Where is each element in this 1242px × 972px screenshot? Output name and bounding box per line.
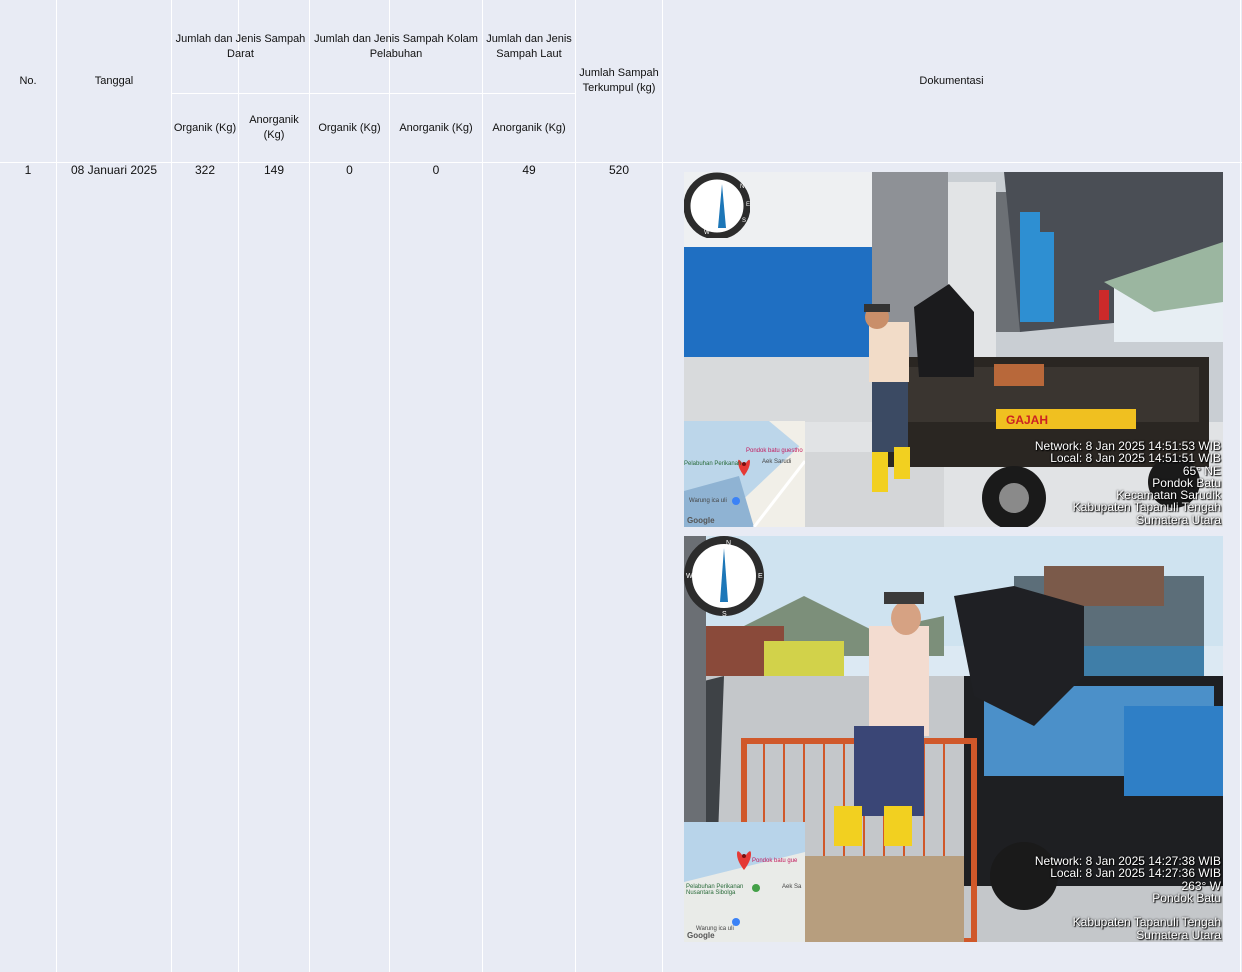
- header-sampah-darat: Jumlah dan Jenis Sampah Darat: [175, 32, 306, 60]
- cell-darat-organik: 322: [194, 163, 216, 177]
- map-background: [684, 822, 805, 942]
- cell-total-terkumpul: 520: [608, 163, 630, 177]
- header-laut-anorganik: Anorganik (Kg): [492, 121, 566, 134]
- geotag-place: Pondok Batu: [1152, 890, 1221, 905]
- geotag-regency: Kabupaten Tapanuli Tengah: [1072, 915, 1221, 930]
- map-label: Pondok batu guestho: [746, 448, 803, 454]
- compass-letter: S: [722, 611, 727, 618]
- map-label: Aek Sa: [782, 884, 802, 890]
- cell-no: 1: [24, 163, 32, 177]
- geotag-regency: Kabupaten Tapanuli Tengah: [1072, 500, 1221, 515]
- compass-letter: W: [704, 230, 710, 236]
- cell-kolam-anorganik: 0: [432, 163, 440, 177]
- compass-icon: N E S W: [684, 172, 751, 240]
- cell-laut-anorganik: 49: [522, 163, 536, 177]
- header-no: No.: [19, 74, 37, 87]
- geotag-local-time: Local: 8 Jan 2025 14:27:36 WIB: [1050, 866, 1221, 881]
- map-label: Pondok batu gue: [752, 858, 798, 864]
- compass-letter: N: [740, 184, 744, 190]
- header-sampah-kolam: Jumlah dan Jenis Sampah Kolam Pelabuhan: [314, 32, 478, 60]
- compass-widget: N E S W: [684, 536, 766, 618]
- google-logo: Google: [687, 516, 715, 525]
- header-tanggal: Tanggal: [94, 74, 134, 87]
- compass-letter: E: [746, 202, 750, 208]
- location-map-thumbnail: Pondok batu gue Pelabuhan Perikanan Nusa…: [684, 822, 805, 942]
- compass-letter: W: [686, 573, 693, 580]
- header-dokumentasi: Dokumentasi: [919, 74, 984, 87]
- cell-tanggal: 08 Januari 2025: [70, 163, 158, 177]
- google-logo: Google: [687, 931, 715, 940]
- header-kolam-anorganik: Anorganik (Kg): [399, 121, 473, 134]
- map-label: Aek Sarudi: [762, 459, 792, 465]
- header-darat-anorganik: Anorganik (Kg): [249, 114, 299, 141]
- geotag-province: Sumatera Utara: [1136, 512, 1221, 527]
- column-divider: [1240, 0, 1241, 972]
- geotag-province: Sumatera Utara: [1136, 927, 1221, 942]
- documentation-photo-1: GAJAH N E S W Pondok batu guestho Aek Sa…: [684, 172, 1223, 527]
- cell-darat-anorganik: 149: [263, 163, 285, 177]
- compass-letter: S: [742, 218, 746, 224]
- map-background: [684, 421, 805, 527]
- header-kolam-organik: Organik (Kg): [318, 121, 381, 134]
- documentation-photo-2: N E S W Pondok batu gue Pelabuhan Perika…: [684, 536, 1223, 942]
- header-sampah-laut: Jumlah dan Jenis Sampah Laut: [486, 32, 572, 60]
- geotag-heading: 263° W: [1181, 878, 1221, 893]
- location-map-thumbnail: Pondok batu guestho Aek Sarudi Warung ic…: [684, 421, 805, 527]
- compass-letter: E: [758, 573, 763, 580]
- map-label: Pelabuhan Perikanan: [684, 461, 742, 467]
- truck-gajah-label: GAJAH: [1006, 413, 1048, 427]
- geotag-local-time: Local: 8 Jan 2025 14:51:51 WIB: [1050, 451, 1221, 466]
- compass-letter: N: [726, 540, 731, 547]
- geotag-heading: 65° NE: [1182, 463, 1221, 478]
- header-darat-organik: Organik (Kg): [173, 121, 237, 134]
- map-label: Pelabuhan Perikanan Nusantara Sibolga: [686, 884, 744, 896]
- photo-1-geotag-overlay: Network: 8 Jan 2025 14:51:53 WIB Local: …: [1035, 440, 1221, 526]
- compass-icon: N E S W: [684, 536, 764, 618]
- cell-kolam-organik: 0: [346, 163, 353, 177]
- photo-2-geotag-overlay: Network: 8 Jan 2025 14:27:38 WIB Local: …: [1035, 855, 1221, 941]
- map-label: Warung ica uli: [689, 498, 727, 504]
- header-sampah-terkumpul: Jumlah Sampah Terkumpul (kg): [579, 67, 659, 94]
- compass-widget: N E S W: [684, 172, 751, 240]
